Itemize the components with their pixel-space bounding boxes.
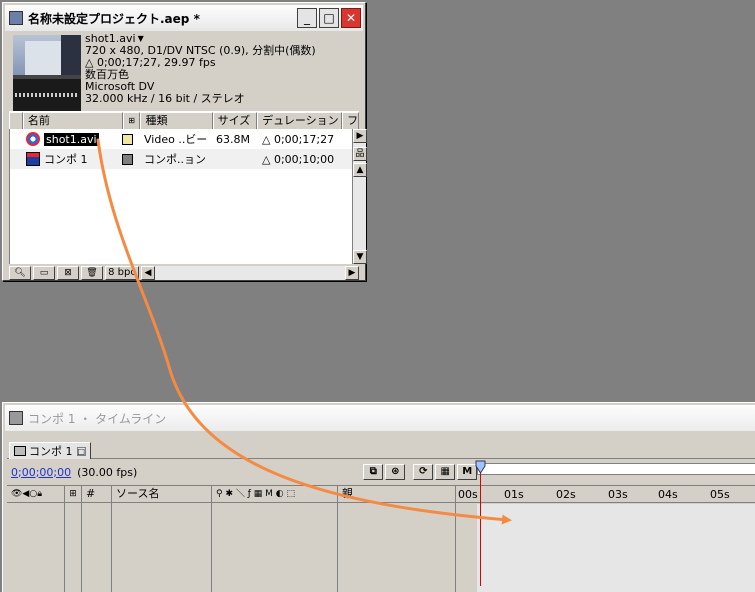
layer-switches-header[interactable]: ⚲ ✱ ＼ ƒ ▦ M ◐ ⬚ [212, 486, 338, 503]
motion-blur-icon[interactable]: ⟳ [413, 464, 434, 480]
av-switches-column [7, 503, 65, 592]
ruler-tick-label: 00s [458, 488, 478, 501]
close-button[interactable]: ✕ [341, 8, 361, 28]
frame-blending-icon[interactable]: ▦ [435, 464, 456, 480]
new-folder-icon[interactable]: ▭ [33, 265, 55, 280]
timeline-title: コンポ 1 ・ タイムライン [28, 411, 167, 426]
play-arrow-icon[interactable]: ▶ [353, 129, 367, 143]
footage-audio: 32.000 kHz / 16 bit / ステレオ [85, 92, 245, 105]
timeline-app-icon [9, 411, 23, 425]
current-time-display[interactable]: 0;00;00;00 [11, 466, 71, 479]
frame-rate-label: (30.00 fps) [77, 465, 138, 479]
project-item-type: コンポ..ョン [144, 153, 206, 166]
label-header-icon[interactable]: ⊞ [65, 486, 82, 503]
ruler-tick-label: 05s [710, 488, 730, 501]
timeline-track-area[interactable] [477, 504, 755, 592]
ruler-tick-label: 01s [504, 488, 524, 501]
project-item-row[interactable]: shot1.avi Video ..ビー 63.8M △ 0;00;17;27 [10, 129, 352, 149]
composition-icon [14, 446, 26, 456]
footage-item-icon [26, 132, 40, 146]
source-name-column [112, 503, 212, 592]
comp-flowchart-icon[interactable]: ⧉ [363, 464, 384, 480]
ruler-tick-label: 03s [608, 488, 628, 501]
layer-switches-column [212, 503, 338, 592]
current-time-indicator-line [480, 470, 481, 586]
source-name-header[interactable]: ソース名 [112, 486, 212, 503]
bpc-button[interactable]: 8 bpc [105, 265, 139, 280]
type-column-header[interactable]: 種類 [140, 112, 213, 130]
duration-column-header[interactable]: デュレーション [257, 112, 343, 130]
scroll-left-button[interactable]: ◀ [141, 265, 155, 280]
size-column-header[interactable]: サイズ [212, 112, 258, 130]
scroll-down-button[interactable]: ▼ [353, 250, 367, 264]
label-column-header[interactable] [9, 112, 23, 130]
ruler-tick-label: 04s [658, 488, 678, 501]
tab-label: コンポ 1 [29, 445, 73, 458]
project-item-row[interactable]: コンポ 1 コンポ..ョン △ 0;00;10;00 [10, 149, 352, 169]
layer-number-header[interactable]: # [82, 486, 112, 503]
ruler-tick-label: 02s [556, 488, 576, 501]
project-window: 名称未設定プロジェクト.aep * _ □ ✕ shot1.avi ▼ 720 … [2, 2, 367, 281]
project-title: 名称未設定プロジェクト.aep * [28, 11, 200, 26]
hierarchy-icon[interactable]: 品 [353, 147, 367, 161]
minimize-button[interactable]: _ [297, 8, 317, 28]
composition-item-icon [26, 152, 40, 166]
project-item-name: shot1.avi [44, 132, 99, 146]
current-time-indicator-icon[interactable] [475, 460, 486, 474]
av-switches-header[interactable]: 👁︎◀○🔒︎ [7, 486, 65, 503]
timeline-titlebar[interactable]: コンポ 1 ・ タイムライン [5, 405, 755, 431]
scroll-up-button[interactable]: ▲ [353, 163, 367, 177]
footage-info: shot1.avi ▼ 720 x 480, D1/DV NTSC (0.9),… [85, 33, 316, 105]
project-item-list: shot1.avi Video ..ビー 63.8M △ 0;00;17;27 … [9, 129, 352, 264]
footage-preview-area: shot1.avi ▼ 720 x 480, D1/DV NTSC (0.9),… [9, 33, 359, 111]
draft-3d-icon[interactable]: ⊛ [385, 464, 406, 480]
timeline-layer-header: 👁︎◀○🔒︎ ⊞ # ソース名 ⚲ ✱ ＼ ƒ ▦ M ◐ ⬚ 親 00s 01… [7, 485, 755, 503]
label-column [65, 503, 82, 592]
timeline-tabbar: コンポ 1 □ [7, 435, 755, 459]
name-column-header[interactable]: 名前 [22, 112, 123, 130]
time-ruler[interactable]: 00s 01s 02s 03s 04s 05s [456, 486, 755, 503]
tab-close-icon[interactable]: □ [76, 446, 86, 456]
maximize-button[interactable]: □ [319, 8, 339, 28]
timeline-window: コンポ 1 ・ タイムライン コンポ 1 □ 0;00;00;00 (30.00… [2, 402, 755, 592]
project-item-duration: △ 0;00;10;00 [262, 152, 335, 166]
extra-column-header[interactable]: ファ [342, 112, 359, 130]
project-item-size: 63.8M [216, 132, 250, 146]
project-item-name: コンポ 1 [44, 153, 88, 166]
tab-comp-1[interactable]: コンポ 1 □ [9, 442, 91, 459]
project-vertical-scrollbar[interactable]: ▶ 品 ▲ ▼ [352, 129, 367, 264]
label-swatch[interactable] [122, 154, 133, 165]
work-area-bar[interactable] [477, 463, 755, 475]
footage-thumbnail [13, 35, 81, 111]
project-app-icon [9, 11, 23, 25]
find-icon[interactable]: 🔍︎ [9, 265, 31, 280]
project-item-type: Video ..ビー [144, 133, 208, 146]
project-footer: 🔍︎ ▭ ⊠ 🗑︎ 8 bpc ◀ ▶ [9, 265, 359, 280]
project-horizontal-scrollbar[interactable]: ◀ ▶ [141, 265, 359, 280]
project-item-duration: △ 0;00;17;27 [262, 132, 335, 146]
parent-header[interactable]: 親 [338, 486, 456, 503]
scroll-right-button[interactable]: ▶ [345, 265, 359, 280]
trash-icon[interactable]: 🗑︎ [81, 265, 103, 280]
flowchart-icon[interactable]: ⊞ [122, 112, 141, 130]
project-list-header: 名前 ⊞ 種類 サイズ デュレーション ファ [9, 111, 359, 130]
label-swatch[interactable] [122, 134, 133, 145]
layer-number-column [82, 503, 112, 592]
project-titlebar[interactable]: 名称未設定プロジェクト.aep * _ □ ✕ [5, 5, 363, 31]
new-comp-icon[interactable]: ⊠ [57, 265, 79, 280]
parent-column [338, 503, 456, 592]
